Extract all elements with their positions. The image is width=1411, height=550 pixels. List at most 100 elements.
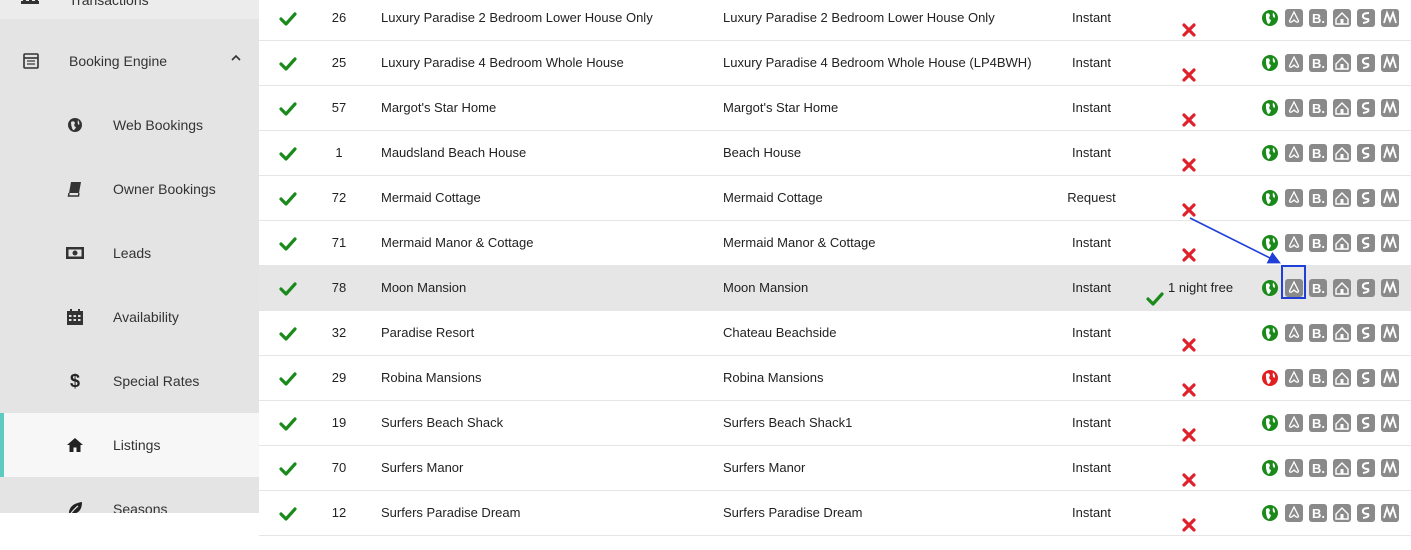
homeaway-icon[interactable] [1333,324,1351,342]
airbnb-icon[interactable] [1285,324,1303,342]
tripadvisor-icon[interactable] [1381,324,1399,342]
tripadvisor-icon[interactable] [1381,189,1399,207]
stayz-icon[interactable] [1357,234,1375,252]
sidebar-item-special-rates[interactable]: $ Special Rates [0,349,259,413]
booking-com-icon[interactable]: B. [1309,369,1327,387]
homeaway-icon[interactable] [1333,459,1351,477]
listing-name[interactable]: Luxury Paradise 4 Bedroom Whole House [381,41,624,85]
booking-com-icon[interactable]: B. [1309,144,1327,162]
website-globe-icon[interactable] [1261,414,1279,432]
homeaway-icon[interactable] [1333,234,1351,252]
stayz-icon[interactable] [1357,54,1375,72]
homeaway-icon[interactable] [1333,504,1351,522]
airbnb-icon[interactable] [1285,369,1303,387]
airbnb-icon[interactable] [1285,99,1303,117]
tripadvisor-icon[interactable] [1381,369,1399,387]
homeaway-icon[interactable] [1333,369,1351,387]
airbnb-icon[interactable] [1285,459,1303,477]
booking-com-icon[interactable]: B. [1309,324,1327,342]
sidebar-item-listings[interactable]: Listings [0,413,259,477]
website-globe-icon[interactable] [1261,459,1279,477]
stayz-icon[interactable] [1357,279,1375,297]
tripadvisor-icon[interactable] [1381,459,1399,477]
sidebar-item-web-bookings[interactable]: Web Bookings [0,93,259,157]
stayz-icon[interactable] [1357,324,1375,342]
booking-com-icon[interactable]: B. [1309,279,1327,297]
table-row[interactable]: 57 Margot's Star Home Margot's Star Home In… [259,86,1411,131]
listing-name[interactable]: Maudsland Beach House [381,131,526,175]
booking-com-icon[interactable]: B. [1309,189,1327,207]
homeaway-icon[interactable] [1333,9,1351,27]
table-row[interactable]: 12 Surfers Paradise Dream Surfers Paradise… [259,491,1411,536]
airbnb-icon[interactable] [1285,504,1303,522]
website-globe-icon[interactable] [1261,189,1279,207]
airbnb-icon[interactable] [1285,189,1303,207]
tripadvisor-icon[interactable] [1381,504,1399,522]
stayz-icon[interactable] [1357,99,1375,117]
stayz-icon[interactable] [1357,504,1375,522]
airbnb-icon[interactable] [1285,144,1303,162]
table-row[interactable]: 29 Robina Mansions Robina Mansions Instant B… [259,356,1411,401]
sidebar-item-leads[interactable]: Leads [0,221,259,285]
listing-name[interactable]: Moon Mansion [381,266,466,310]
table-row[interactable]: 19 Surfers Beach Shack Surfers Beach Shack… [259,401,1411,446]
listing-name[interactable]: Paradise Resort [381,311,474,355]
listing-name[interactable]: Surfers Beach Shack [381,401,503,445]
listing-name[interactable]: Margot's Star Home [381,86,496,130]
website-globe-icon[interactable] [1261,99,1279,117]
airbnb-icon[interactable] [1285,54,1303,72]
homeaway-icon[interactable] [1333,99,1351,117]
table-row[interactable]: 25 Luxury Paradise 4 Bedroom Whole House L… [259,41,1411,86]
airbnb-icon[interactable] [1285,9,1303,27]
website-globe-icon[interactable] [1261,324,1279,342]
booking-com-icon[interactable]: B. [1309,234,1327,252]
website-globe-icon[interactable] [1261,54,1279,72]
airbnb-icon[interactable] [1285,414,1303,432]
sidebar-section-booking-engine[interactable]: Booking Engine [0,29,259,93]
website-globe-icon[interactable] [1261,369,1279,387]
sidebar-item-owner-bookings[interactable]: Owner Bookings [0,157,259,221]
tripadvisor-icon[interactable] [1381,9,1399,27]
listing-name[interactable]: Mermaid Cottage [381,176,481,220]
listing-name[interactable]: Robina Mansions [381,356,481,400]
table-row[interactable]: 1 Maudsland Beach House Beach House Instant… [259,131,1411,176]
chevron-up-icon[interactable] [230,53,242,63]
tripadvisor-icon[interactable] [1381,99,1399,117]
listing-name[interactable]: Surfers Manor [381,446,463,490]
tripadvisor-icon[interactable] [1381,144,1399,162]
table-row[interactable]: 70 Surfers Manor Surfers Manor Instant B. [259,446,1411,491]
stayz-icon[interactable] [1357,414,1375,432]
website-globe-icon[interactable] [1261,504,1279,522]
booking-com-icon[interactable]: B. [1309,414,1327,432]
website-globe-icon[interactable] [1261,9,1279,27]
homeaway-icon[interactable] [1333,54,1351,72]
booking-com-icon[interactable]: B. [1309,9,1327,27]
stayz-icon[interactable] [1357,144,1375,162]
listing-name[interactable]: Luxury Paradise 2 Bedroom Lower House On… [381,0,653,40]
booking-com-icon[interactable]: B. [1309,459,1327,477]
stayz-icon[interactable] [1357,9,1375,27]
website-globe-icon[interactable] [1261,279,1279,297]
booking-com-icon[interactable]: B. [1309,99,1327,117]
table-row[interactable]: 78 Moon Mansion Moon Mansion Instant 1 night… [259,266,1411,311]
listing-name[interactable]: Mermaid Manor & Cottage [381,221,533,265]
homeaway-icon[interactable] [1333,414,1351,432]
booking-com-icon[interactable]: B. [1309,54,1327,72]
table-row[interactable]: 26 Luxury Paradise 2 Bedroom Lower House … [259,0,1411,41]
listing-name[interactable]: Surfers Paradise Dream [381,491,520,535]
sidebar-item-transactions[interactable]: Transactions [0,0,259,19]
booking-com-icon[interactable]: B. [1309,504,1327,522]
tripadvisor-icon[interactable] [1381,234,1399,252]
stayz-icon[interactable] [1357,189,1375,207]
homeaway-icon[interactable] [1333,144,1351,162]
sidebar-item-seasons[interactable]: Seasons [0,477,259,513]
stayz-icon[interactable] [1357,369,1375,387]
homeaway-icon[interactable] [1333,189,1351,207]
sidebar-item-availability[interactable]: Availability [0,285,259,349]
website-globe-icon[interactable] [1261,144,1279,162]
tripadvisor-icon[interactable] [1381,54,1399,72]
stayz-icon[interactable] [1357,459,1375,477]
table-row[interactable]: 32 Paradise Resort Chateau Beachside Instan… [259,311,1411,356]
homeaway-icon[interactable] [1333,279,1351,297]
tripadvisor-icon[interactable] [1381,279,1399,297]
